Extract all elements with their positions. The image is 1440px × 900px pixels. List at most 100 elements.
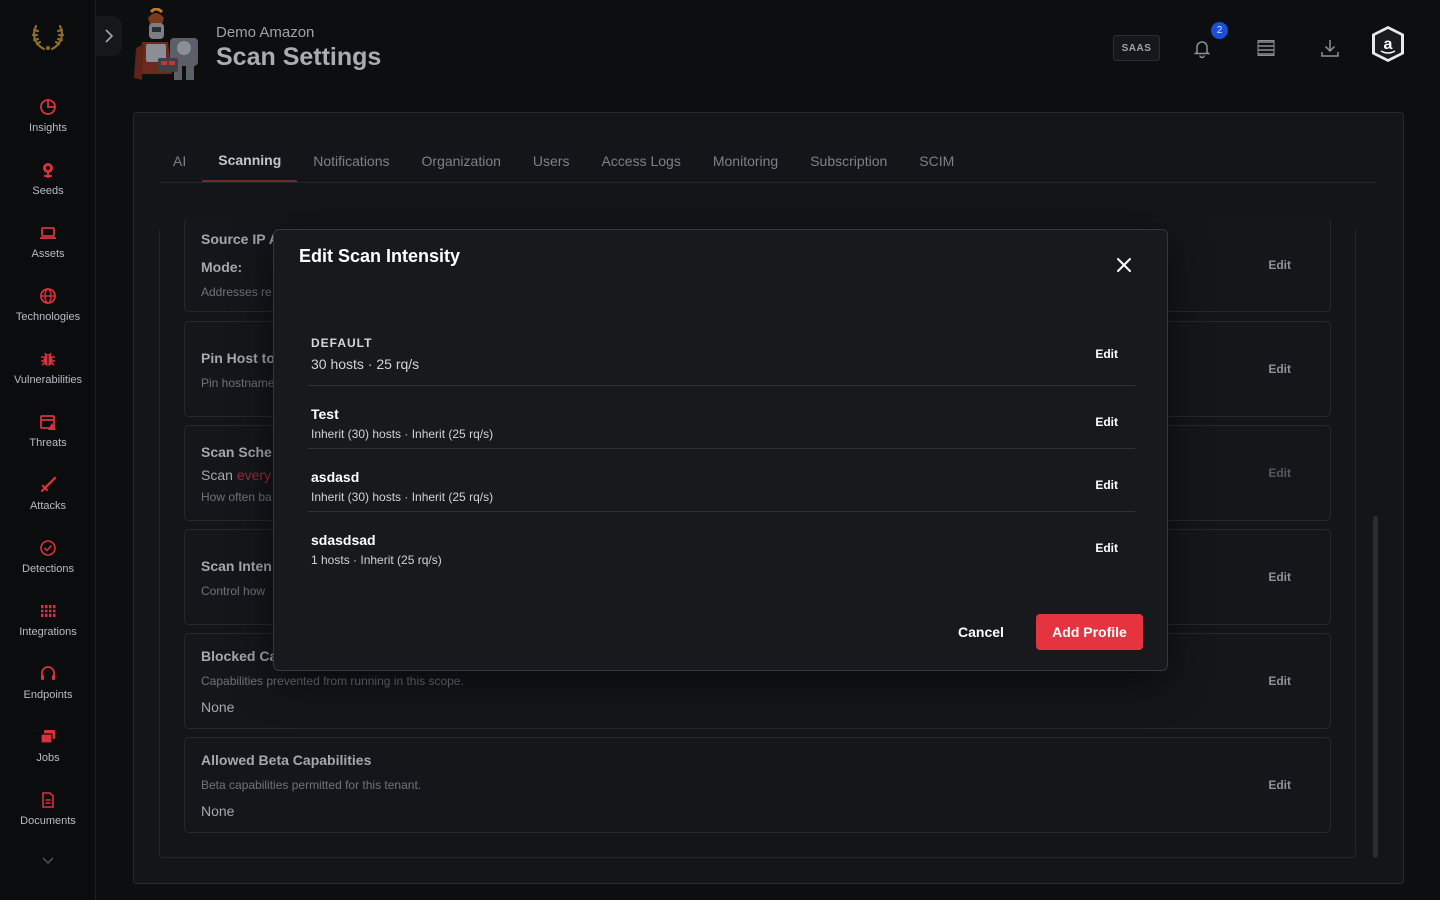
notification-count-badge: 2 [1211, 22, 1228, 39]
pin-host-subtitle: Pin hostname [201, 376, 275, 390]
profile-detail: Inherit (30) hosts · Inherit (25 rq/s) [311, 427, 494, 441]
tab-organization[interactable]: Organization [406, 140, 517, 182]
saas-badge[interactable]: SAAS [1113, 35, 1160, 61]
source-ip-subtitle: Addresses re [201, 285, 272, 299]
sidebar-item-label: Integrations [19, 626, 77, 638]
beta-capabilities-edit-button[interactable]: Edit [1268, 778, 1291, 792]
tab-scim[interactable]: SCIM [903, 140, 970, 182]
sidebar-item-label: Seeds [32, 185, 64, 197]
seed-flower-icon [43, 163, 53, 178]
profile-name: sdasdsad [311, 532, 376, 548]
scan-intensity-subtitle: Control how [201, 584, 266, 598]
sidebar-item-label: Insights [29, 122, 67, 134]
sidebar-item-documents[interactable]: Documents [0, 781, 96, 844]
amazon-avatar-icon[interactable]: a [1370, 25, 1406, 63]
tab-ai[interactable]: AI [160, 140, 202, 182]
sidebar-item-detections[interactable]: Detections [0, 529, 96, 592]
pin-host-edit-button[interactable]: Edit [1268, 362, 1291, 376]
default-profile-edit-button[interactable]: Edit [1095, 347, 1118, 361]
sidebar-toggle-button[interactable] [96, 16, 122, 56]
sidebar-item-jobs[interactable]: Jobs [0, 718, 96, 781]
default-profile-label: DEFAULT [311, 336, 373, 350]
bell-icon[interactable] [1191, 37, 1213, 59]
scan-intensity-edit-button[interactable]: Edit [1268, 570, 1291, 584]
sidebar-item-threats[interactable]: Threats [0, 403, 96, 466]
edit-scan-intensity-modal: Edit Scan Intensity DEFAULT 30 hosts · 2… [273, 229, 1168, 671]
page-title: Scan Settings [216, 43, 382, 71]
profile-name: Test [311, 406, 339, 422]
chevron-down-icon[interactable] [40, 852, 56, 868]
scan-schedule-value: Scan every [201, 467, 272, 483]
profile-detail: 1 hosts · Inherit (25 rq/s) [311, 553, 442, 567]
profile-edit-button[interactable]: Edit [1095, 478, 1118, 492]
default-profile-row: DEFAULT 30 hosts · 25 rq/s Edit [308, 323, 1135, 386]
sidebar-item-label: Threats [29, 437, 67, 449]
sidebar-item-label: Documents [20, 815, 76, 827]
profile-row-sdasdsad: sdasdsad 1 hosts · Inherit (25 rq/s) Edi… [308, 512, 1135, 575]
profile-edit-button[interactable]: Edit [1095, 541, 1118, 555]
modal-title: Edit Scan Intensity [299, 246, 461, 266]
source-ip-mode-label: Mode: [201, 259, 243, 275]
sidebar-item-seeds[interactable]: Seeds [0, 151, 96, 214]
content-scrollbar[interactable] [1373, 516, 1378, 858]
laurel-logo-icon[interactable] [28, 18, 68, 54]
sidebar-nav: Insights Seeds Assets Technologies Vulne… [0, 88, 96, 844]
tabs-divider [160, 182, 1376, 183]
calendar-alert-icon [40, 415, 56, 430]
document-icon [42, 792, 54, 808]
tab-subscription[interactable]: Subscription [794, 140, 903, 182]
grid-icon [40, 605, 56, 617]
beta-capabilities-value: None [201, 803, 235, 819]
bug-icon [41, 352, 55, 366]
sidebar-item-technologies[interactable]: Technologies [0, 277, 96, 340]
beta-capabilities-subtitle: Beta capabilities permitted for this ten… [201, 778, 422, 792]
close-icon[interactable] [1114, 255, 1134, 275]
sidebar-item-integrations[interactable]: Integrations [0, 592, 96, 655]
source-ip-edit-button[interactable]: Edit [1268, 258, 1291, 272]
scan-schedule-edit-button[interactable]: Edit [1268, 466, 1291, 480]
sidebar: Insights Seeds Assets Technologies Vulne… [0, 0, 96, 900]
download-icon[interactable] [1319, 37, 1341, 59]
sidebar-item-vulnerabilities[interactable]: Vulnerabilities [0, 340, 96, 403]
headset-icon [41, 666, 55, 680]
sword-icon [40, 476, 57, 493]
pin-host-title: Pin Host to [201, 350, 275, 366]
sidebar-item-label: Endpoints [23, 689, 73, 701]
chevron-right-icon [105, 29, 114, 43]
laptop-icon [40, 227, 56, 239]
layers-menu-icon[interactable] [1255, 37, 1277, 59]
default-profile-detail: 30 hosts · 25 rq/s [311, 356, 420, 372]
app-root: Insights Seeds Assets Technologies Vulne… [0, 0, 1440, 900]
add-profile-button[interactable]: Add Profile [1036, 614, 1143, 650]
tab-users[interactable]: Users [517, 140, 586, 182]
blocked-capabilities-subtitle: Capabilities prevented from running in t… [201, 674, 464, 688]
sidebar-item-endpoints[interactable]: Endpoints [0, 655, 96, 718]
profile-row-test: Test Inherit (30) hosts · Inherit (25 rq… [308, 386, 1135, 449]
settings-tabs: AI Scanning Notifications Organization U… [160, 140, 970, 182]
tab-notifications[interactable]: Notifications [297, 140, 405, 182]
source-ip-title: Source IP A [201, 231, 279, 247]
sidebar-item-insights[interactable]: Insights [0, 88, 96, 151]
sidebar-item-label: Jobs [36, 752, 60, 764]
blocked-capabilities-edit-button[interactable]: Edit [1268, 674, 1291, 688]
tab-monitoring[interactable]: Monitoring [697, 140, 794, 182]
tab-scanning[interactable]: Scanning [202, 140, 298, 182]
spartan-mascot-icon [134, 8, 198, 80]
profile-name: asdasd [311, 469, 360, 485]
tab-access-logs[interactable]: Access Logs [585, 140, 696, 182]
globe-icon [40, 288, 56, 304]
blocked-capabilities-value: None [201, 699, 235, 715]
sidebar-item-label: Attacks [29, 500, 67, 512]
profile-detail: Inherit (30) hosts · Inherit (25 rq/s) [311, 490, 494, 504]
scan-schedule-subtitle: How often ba [201, 490, 272, 504]
check-circle-icon [40, 540, 56, 556]
pie-chart-icon [40, 99, 56, 115]
sidebar-item-attacks[interactable]: Attacks [0, 466, 96, 529]
blocked-capabilities-title: Blocked Ca [201, 648, 278, 664]
sidebar-item-assets[interactable]: Assets [0, 214, 96, 277]
sidebar-item-label: Vulnerabilities [13, 374, 83, 386]
cancel-button[interactable]: Cancel [944, 614, 1018, 650]
profile-edit-button[interactable]: Edit [1095, 415, 1118, 429]
stack-icon [40, 730, 55, 744]
sidebar-item-label: Detections [22, 563, 74, 575]
